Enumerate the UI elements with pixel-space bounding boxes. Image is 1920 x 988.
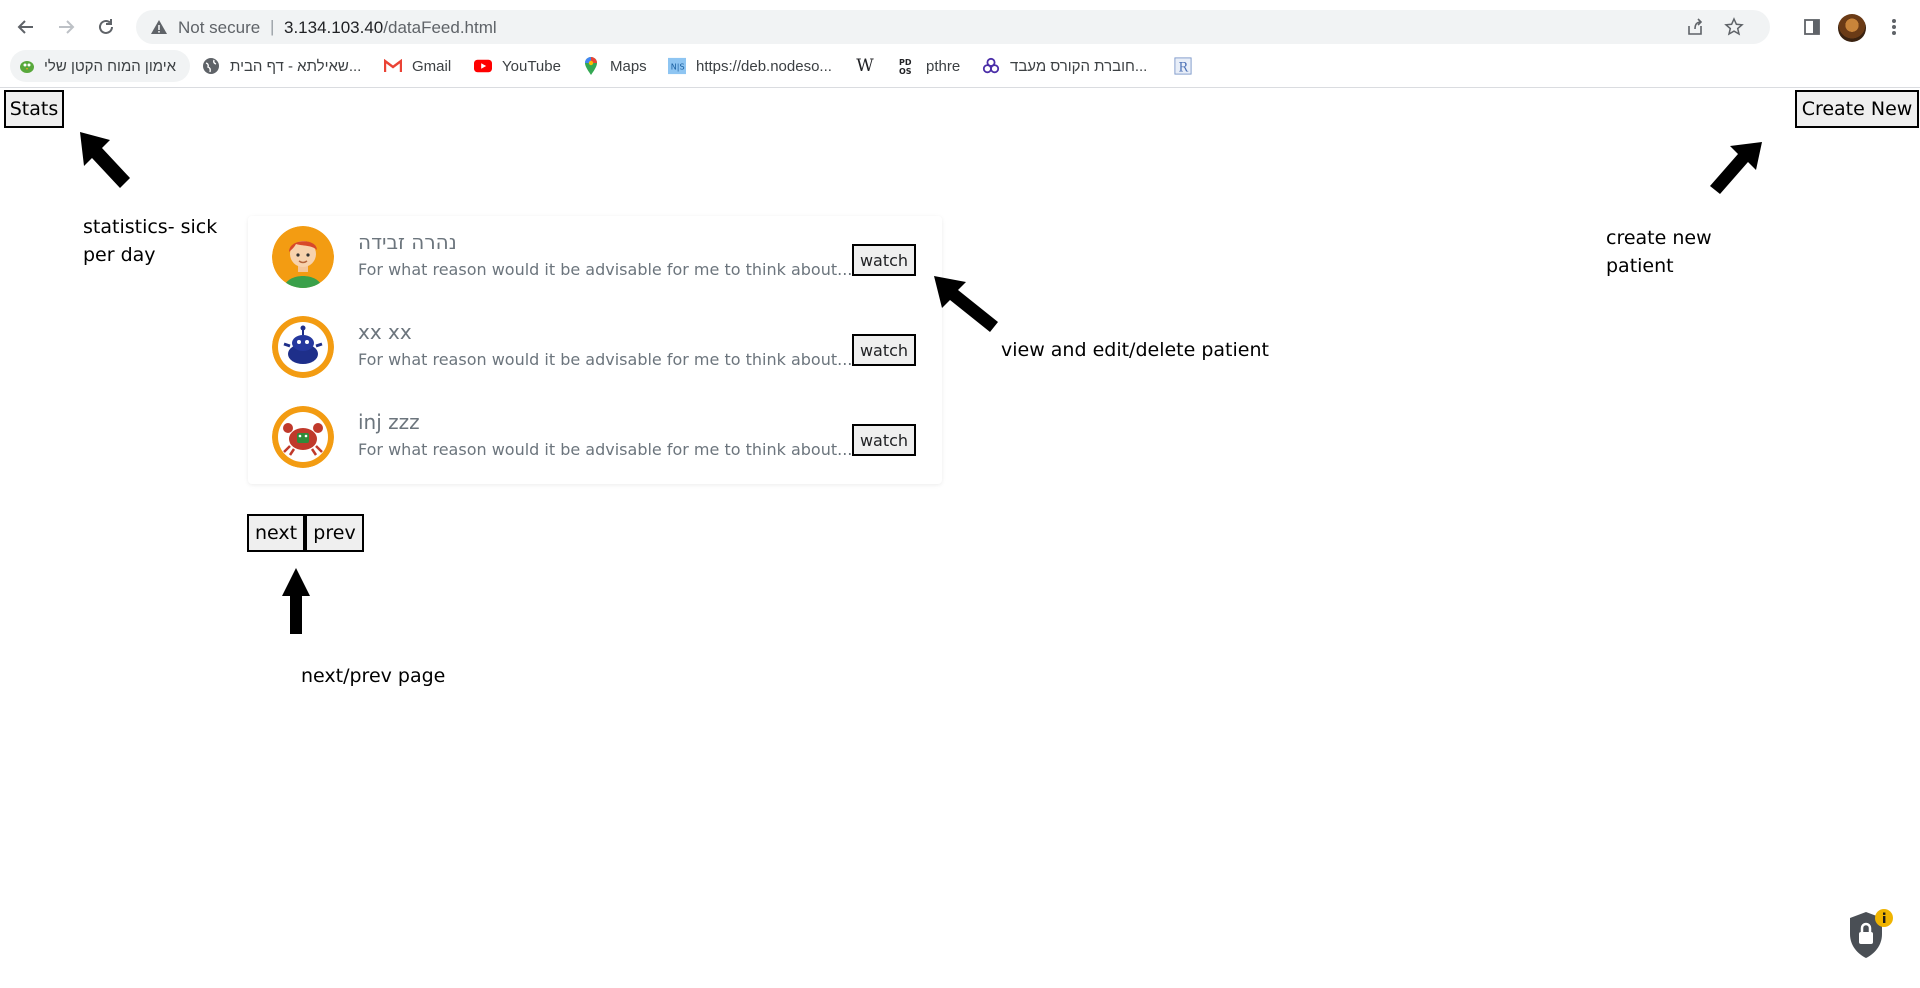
bookmark-label: חוברת הקורס מעבד... [1010, 57, 1148, 75]
arrow-icon [934, 276, 998, 332]
patient-name: inj zzz [358, 410, 420, 434]
crab-avatar-icon [272, 406, 334, 468]
warning-icon [151, 20, 167, 34]
patient-description: For what reason would it be advisable fo… [358, 440, 853, 459]
blue-creature-avatar-icon [272, 316, 334, 378]
share-icon[interactable] [1686, 18, 1704, 36]
patient-name: נהרה זבידה [358, 230, 457, 254]
patient-description: For what reason would it be advisable fo… [358, 260, 853, 279]
next-button[interactable]: next [247, 514, 305, 552]
svg-text:R: R [1179, 59, 1189, 74]
create-new-button[interactable]: Create New [1795, 90, 1919, 128]
watch-button[interactable]: watch [852, 424, 916, 456]
watch-button[interactable]: watch [852, 334, 916, 366]
profile-avatar[interactable] [1838, 14, 1866, 42]
stats-annotation: statistics- sick per day [83, 213, 217, 269]
maps-pin-icon [582, 57, 600, 75]
bookmark-item[interactable]: שאילתא - דף הבית... [202, 50, 361, 82]
create-annotation-line: patient [1606, 255, 1674, 277]
svg-text:PD: PD [899, 58, 912, 67]
green-bird-icon [18, 57, 36, 75]
bookmark-label: pthre [926, 57, 961, 75]
stats-button[interactable]: Stats [4, 90, 64, 128]
bookmark-item[interactable]: חוברת הקורס מעבד... [982, 50, 1147, 82]
browser-toolbar: Not secure | 3.134.103.40/dataFeed.html [0, 4, 1920, 48]
bookmark-label: Maps [610, 57, 647, 75]
address-bar[interactable]: Not secure | 3.134.103.40/dataFeed.html [136, 10, 1770, 44]
bookmark-label: YouTube [502, 57, 561, 75]
list-item: נהרה זבידה For what reason would it be a… [248, 216, 942, 306]
create-annotation: create new patient [1606, 224, 1712, 280]
page-content: Stats Create New statistics- sick per da… [0, 88, 1920, 988]
url-path: /dataFeed.html [383, 18, 497, 37]
bookmark-item[interactable]: Maps [582, 50, 647, 82]
bookmark-star-icon[interactable] [1724, 17, 1744, 37]
bookmark-item[interactable]: YouTube [474, 50, 561, 82]
bookmark-item[interactable]: W [856, 50, 874, 82]
nodesource-icon: N|S [668, 57, 686, 75]
url-host: 3.134.103.40 [284, 18, 384, 37]
bookmark-item[interactable]: R [1174, 50, 1202, 82]
globe-icon [202, 57, 220, 75]
r-doc-icon: R [1174, 57, 1192, 75]
stats-annotation-line: statistics- sick [83, 216, 218, 238]
gmail-icon [384, 57, 402, 75]
menu-kebab-icon[interactable] [1880, 13, 1908, 41]
bookmark-item[interactable]: Gmail [384, 50, 451, 82]
bookmark-label: שאילתא - דף הבית... [230, 57, 362, 75]
bookmark-item[interactable]: אימון המוח הקטן שלי [10, 50, 191, 82]
bookmark-label: אימון המוח הקטן שלי [44, 57, 177, 75]
shield-lock-icon[interactable] [1846, 908, 1894, 960]
bookmark-label: Gmail [412, 57, 452, 75]
svg-text:OS: OS [899, 67, 912, 75]
url-text[interactable]: 3.134.103.40/dataFeed.html [284, 18, 497, 38]
bookmark-item[interactable]: PD OS pthre [898, 50, 960, 82]
browser-chrome: Not secure | 3.134.103.40/dataFeed.html … [0, 0, 1920, 88]
forward-icon[interactable] [52, 13, 80, 41]
bookmark-label: https://deb.nodeso... [696, 57, 832, 75]
list-item: inj zzz For what reason would it be advi… [248, 396, 942, 486]
security-label[interactable]: Not secure [178, 18, 260, 38]
stats-annotation-line: per day [83, 244, 156, 266]
watch-button[interactable]: watch [852, 244, 916, 276]
reload-icon[interactable] [92, 13, 120, 41]
arrow-icon [80, 132, 130, 188]
patient-description: For what reason would it be advisable fo… [358, 350, 853, 369]
prev-button[interactable]: prev [305, 514, 364, 552]
purple-knot-icon [982, 57, 1000, 75]
back-icon[interactable] [12, 13, 40, 41]
pager-annotation: next/prev page [301, 665, 446, 687]
side-panel-icon[interactable] [1798, 13, 1826, 41]
svg-text:N|S: N|S [671, 62, 685, 72]
arrow-icon [282, 568, 310, 634]
pdos-icon: PD OS [898, 57, 916, 75]
wikipedia-icon: W [856, 56, 874, 76]
bookmarks-bar: אימון המוח הקטן שלי שאילתא - דף הבית... … [0, 50, 1920, 86]
boy-avatar-icon [272, 226, 334, 288]
arrow-icon [1710, 142, 1762, 194]
watch-annotation: view and edit/delete patient [1001, 339, 1269, 361]
patient-name: xx xx [358, 320, 412, 344]
list-item: xx xx For what reason would it be advisa… [248, 306, 942, 396]
create-annotation-line: create new [1606, 227, 1712, 249]
bookmark-item[interactable]: N|S https://deb.nodeso... [668, 50, 832, 82]
patient-feed: נהרה זבידה For what reason would it be a… [248, 216, 942, 484]
url-separator: | [270, 17, 275, 36]
youtube-icon [474, 57, 492, 75]
